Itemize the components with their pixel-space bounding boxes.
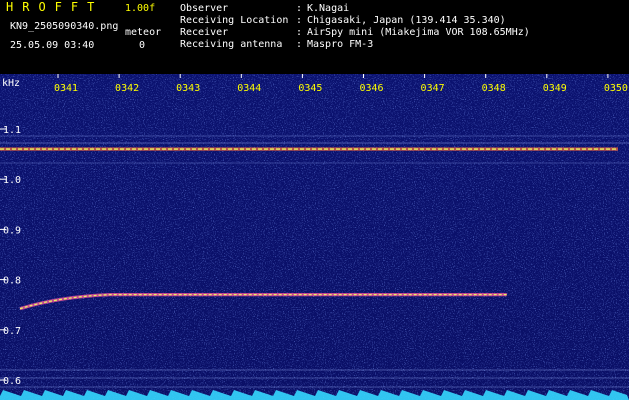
minute-tick-label: 0346	[359, 83, 383, 94]
spectrogram-plot: 0341 0342 0343 0344 0345 0346 0347 0348 0349 0350…	[0, 74, 629, 400]
frequency-tick-label: 0.9	[3, 225, 21, 236]
observer-sep: :	[296, 3, 303, 14]
minute-tick-label: 0349	[543, 83, 567, 94]
antenna-label: Receiving antenna	[180, 39, 283, 50]
observer-label: Observer	[180, 3, 229, 14]
location-sep: :	[296, 15, 303, 26]
noise-layer	[0, 74, 629, 400]
meteor-label: meteor	[125, 27, 162, 38]
app-title: HROFFT	[6, 0, 104, 14]
frequency-tick-label: 0.7	[3, 326, 21, 337]
frequency-tick-label: 0.6	[3, 376, 21, 387]
observer-value: K.Nagai	[307, 3, 350, 14]
antenna-value: Maspro FM-3	[307, 39, 374, 50]
location-label: Receiving Location	[180, 15, 289, 26]
minute-tick-label: 0348	[482, 83, 506, 94]
header-panel: HROFFT 1.00f KN9_2505090340.png 25.05.09…	[0, 0, 629, 74]
frequency-tick-label: 1.1	[3, 125, 21, 136]
location-value: Chigasaki, Japan (139.414 35.340)	[307, 15, 506, 26]
minute-tick-label: 0342	[115, 83, 139, 94]
antenna-sep: :	[296, 39, 303, 50]
minute-tick-label: 0347	[421, 83, 445, 94]
frequency-tick-label: 0.8	[3, 276, 21, 287]
minute-tick-label: 0350	[604, 83, 628, 94]
receiver-sep: :	[296, 27, 303, 38]
filename-label: KN9_2505090340.png	[10, 21, 119, 32]
minute-tick-label: 0345	[298, 83, 322, 94]
spectrogram-svg: 0341 0342 0343 0344 0345 0346 0347 0348 0349 0350…	[0, 74, 629, 400]
datetime-label: 25.05.09 03:40	[10, 40, 95, 51]
y-axis-label: kHz	[2, 78, 20, 89]
minute-tick-label: 0344	[237, 83, 261, 94]
minute-tick-label: 0343	[176, 83, 200, 94]
version-label: 1.00f	[125, 3, 156, 14]
minute-tick-label: 0341	[54, 83, 78, 94]
receiver-label: Receiver	[180, 27, 229, 38]
receiver-value: AirSpy mini (Miakejima VOR 108.65MHz)	[307, 27, 530, 38]
frequency-tick-label: 1.0	[3, 175, 21, 186]
meteor-count: 0	[139, 40, 146, 51]
